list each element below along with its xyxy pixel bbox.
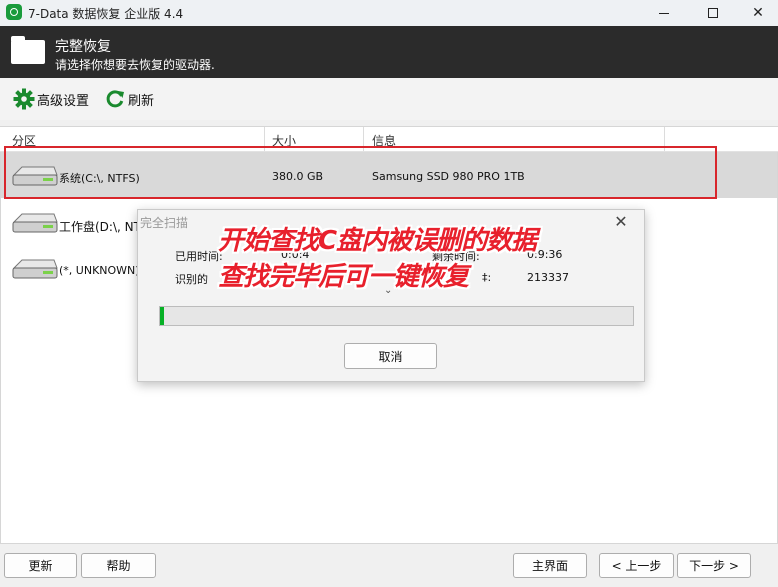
advanced-settings-button[interactable]: 高级设置 [13,88,90,110]
drive-size: 380.0 GB [272,170,324,183]
drive-name: 工作盘(D:\, NT [59,220,141,234]
dialog-title: 完全扫描 [140,216,189,230]
previous-button[interactable]: < 上一步 [599,553,674,578]
count-value: 213337 [527,271,569,284]
refresh-label: 刷新 [128,93,155,109]
advanced-settings-label: 高级设置 [37,93,90,109]
folder-icon [11,36,45,64]
hard-drive-icon [12,213,58,233]
next-button[interactable]: 下一步 > [677,553,751,578]
progress-fill [160,307,164,325]
hard-drive-icon [12,166,58,186]
close-icon: ✕ [614,211,628,231]
column-divider[interactable] [264,127,265,151]
column-header-size[interactable]: 大小 [272,132,296,149]
dialog-close-button[interactable]: ✕ [612,211,630,231]
help-button[interactable]: 帮助 [81,553,156,578]
column-header-info[interactable]: 信息 [372,132,396,149]
update-button[interactable]: 更新 [4,553,77,578]
count-label: ‡: [482,271,492,284]
elapsed-label: 已用时间: [175,250,223,263]
cancel-button[interactable]: 取消 [344,343,437,369]
column-divider[interactable] [363,127,364,151]
close-icon: ✕ [752,5,764,21]
maximize-button[interactable] [690,0,736,26]
drive-info: Samsung SSD 980 PRO 1TB [372,170,525,183]
overlay-caption-1: 开始查找C盘内被误删的数据 [218,226,537,256]
identified-label: 识别的 [175,273,208,286]
refresh-icon [106,90,124,108]
page-subtitle: 请选择你想要去恢复的驱动器. [55,58,215,72]
home-button[interactable]: 主界面 [513,553,587,578]
hard-drive-icon [12,259,58,279]
close-window-button[interactable]: ✕ [735,0,778,26]
column-header-partition[interactable]: 分区 [12,132,36,149]
minimize-icon [659,12,669,14]
drive-name: (*, UNKNOWN) [59,264,140,277]
minimize-button[interactable] [641,0,687,26]
overlay-caption-2: 查找完毕后可一键恢复 [218,262,469,292]
page-title: 完整恢复 [55,39,111,55]
app-logo-icon [6,4,22,20]
gear-icon [13,88,35,110]
drive-name: 系统(C:\, NTFS) [59,172,140,185]
refresh-button[interactable]: 刷新 [104,89,154,109]
window-title: 7-Data 数据恢复 企业版 4.4 [28,7,184,21]
scan-progress-bar [159,306,634,326]
maximize-icon [708,8,718,18]
column-divider[interactable] [664,127,665,151]
